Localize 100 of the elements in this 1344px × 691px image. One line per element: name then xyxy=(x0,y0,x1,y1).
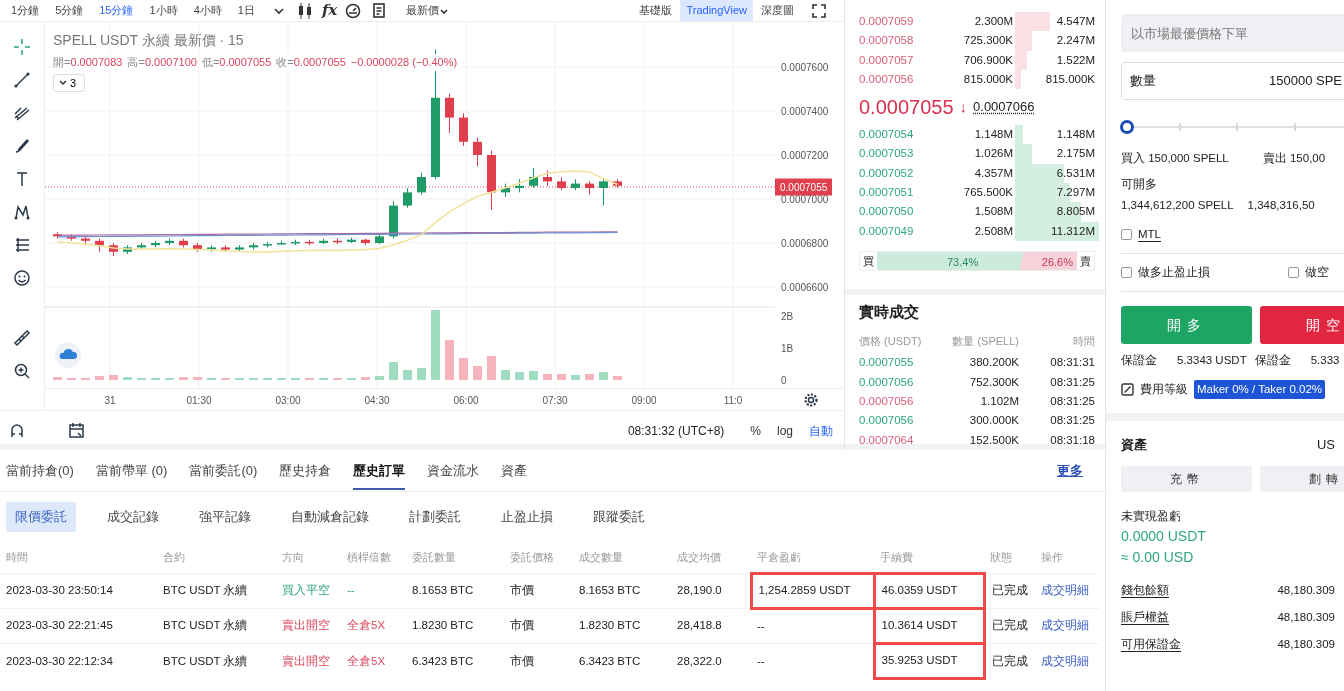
order-type-tab[interactable]: 成交記錄 xyxy=(98,502,168,532)
details-link[interactable]: 成交明細 xyxy=(1035,643,1099,679)
history-tab[interactable]: 資產 xyxy=(501,450,528,491)
checkbox-label[interactable]: MTL xyxy=(1138,225,1161,243)
order-type-tab[interactable]: 跟蹤委託 xyxy=(584,502,654,532)
order-type-tab[interactable]: 止盈止損 xyxy=(492,502,562,532)
interval-tab[interactable]: 4小時 xyxy=(186,0,229,21)
table-cell: BTC USDT 永續 xyxy=(157,573,276,609)
interval-tab[interactable]: 1小時 xyxy=(142,0,185,21)
interval-tab[interactable]: 15分鐘 xyxy=(92,0,141,21)
volume-bar xyxy=(361,377,370,380)
interval-tab[interactable]: 5分鐘 xyxy=(48,0,91,21)
fibonacci-icon[interactable] xyxy=(13,236,31,254)
volume-bar xyxy=(431,310,440,380)
order-total: 11.312M xyxy=(1051,223,1095,239)
column-header: 狀態 xyxy=(984,541,1035,574)
interval-tab[interactable]: 1分鐘 xyxy=(4,0,47,21)
history-tab[interactable]: 當前持倉(0) xyxy=(6,450,74,491)
chart-clock: 08:31:32 (UTC+8) xyxy=(627,422,725,440)
ruler-icon[interactable] xyxy=(13,329,31,347)
order-type-tab[interactable]: 計劃委託 xyxy=(400,502,470,532)
checkbox[interactable] xyxy=(1121,228,1132,240)
order-type-tab[interactable]: 自動減倉記錄 xyxy=(282,502,378,532)
long-label: 可開多 xyxy=(1121,177,1157,193)
table-cell: 2023-03-30 22:12:34 xyxy=(0,643,157,679)
balance-label: 賬戶權益 xyxy=(1121,610,1169,626)
history-tab[interactable]: 歷史持倉 xyxy=(279,450,332,491)
zoom-in-icon[interactable] xyxy=(13,362,31,380)
smiley-icon[interactable] xyxy=(13,269,31,287)
sell-amount: 賣出 150,00 xyxy=(1262,151,1326,166)
table-cell: 8.1653 BTC xyxy=(573,573,671,609)
settings-icon[interactable] xyxy=(803,391,819,408)
slider-thumb[interactable] xyxy=(1120,120,1134,134)
interval-tab[interactable]: 1日 xyxy=(230,0,262,21)
price-axis-label: 0.0007200 xyxy=(781,148,829,163)
last-price-tag: 0.0007055 xyxy=(775,178,833,196)
checkbox[interactable] xyxy=(1121,267,1132,279)
balance-value: 48,180.309 xyxy=(1277,583,1335,599)
order-price: 0.0007051 xyxy=(859,185,915,201)
table-cell: 8.1653 BTC xyxy=(406,573,504,609)
table-cell: 買入平空 xyxy=(276,573,341,609)
candle xyxy=(221,244,230,253)
table-cell: 35.9253 USDT xyxy=(874,643,984,679)
open-short-button[interactable]: 開空 xyxy=(1260,306,1344,345)
volume-bar xyxy=(123,377,132,380)
order-price: 0.0007053 xyxy=(859,146,915,162)
indicator-button[interactable]: fx xyxy=(321,0,338,22)
candle xyxy=(151,240,160,248)
quantity-field[interactable]: 數量 150000 SPE xyxy=(1121,62,1344,100)
cloud-logo-icon xyxy=(55,342,81,368)
table-cell: BTC USDT 永續 xyxy=(157,608,276,644)
unrealized-usd: ≈ 0.00 USD xyxy=(1121,547,1195,567)
margin-label: 保證金 xyxy=(1254,353,1291,369)
order-type-tab[interactable]: 強平記錄 xyxy=(190,502,260,532)
view-tab[interactable]: 深度圖 xyxy=(755,0,800,21)
history-tab[interactable]: 當前委託(0) xyxy=(189,450,258,491)
checkbox-label[interactable]: 做多止盈止損 xyxy=(1138,264,1210,282)
more-link[interactable]: 更多 xyxy=(1057,460,1083,481)
pattern-icon[interactable] xyxy=(13,203,31,221)
scale-toggle[interactable]: log xyxy=(773,421,797,440)
table-cell: 賣出開空 xyxy=(276,643,341,679)
document-icon[interactable] xyxy=(371,2,388,19)
collapse-button[interactable]: 3 xyxy=(53,73,85,92)
details-link[interactable]: 成交明細 xyxy=(1035,573,1099,609)
candle xyxy=(375,233,384,245)
brush-icon[interactable] xyxy=(13,137,31,155)
table-cell: 已完成 xyxy=(984,573,1035,609)
pitchfork-icon[interactable] xyxy=(13,104,31,122)
scale-toggle[interactable]: 自動 xyxy=(805,421,837,440)
balance-label: 可用保證金 xyxy=(1121,637,1181,653)
history-tab[interactable]: 資金流水 xyxy=(427,450,480,491)
history-tab[interactable]: 當前帶單 (0) xyxy=(95,450,168,491)
currency-label: US xyxy=(1316,435,1335,454)
view-tab[interactable]: TradingView xyxy=(680,0,753,21)
calendar-icon[interactable] xyxy=(68,421,86,440)
column-header: 槓桿倍數 xyxy=(341,541,406,574)
price-axis-label: 0.0006800 xyxy=(781,236,829,251)
candle xyxy=(95,238,104,253)
asset-action-button[interactable]: 劃轉 xyxy=(1260,466,1344,493)
price-type-dropdown[interactable]: 最新價 xyxy=(399,0,457,21)
checkbox[interactable] xyxy=(1288,267,1299,279)
checkbox-label[interactable]: 做空 xyxy=(1305,264,1329,282)
unrealized-label: 未實現盈虧 xyxy=(1121,509,1182,525)
trend-line-icon[interactable] xyxy=(13,71,31,89)
history-tab[interactable]: 歷史訂單 xyxy=(353,450,406,491)
view-tab[interactable]: 基礎版 xyxy=(633,0,679,21)
trade-quantity: 752.300K xyxy=(968,374,1019,390)
fullscreen-icon[interactable] xyxy=(812,3,826,18)
gauge-icon[interactable] xyxy=(345,2,362,19)
scale-toggle[interactable]: % xyxy=(746,421,765,440)
order-type-tab[interactable]: 限價委託 xyxy=(6,502,76,532)
volume-bar xyxy=(179,377,188,380)
candle xyxy=(249,242,258,251)
magnet-icon[interactable] xyxy=(8,421,26,440)
order-price: 0.0007052 xyxy=(859,165,915,181)
volume-axis-label: 1B xyxy=(781,341,794,356)
details-link[interactable]: 成交明細 xyxy=(1035,608,1099,644)
fee-icon xyxy=(1121,382,1134,396)
asset-action-button[interactable]: 充幣 xyxy=(1121,466,1252,493)
order-quantity: 2.300M xyxy=(974,13,1013,29)
